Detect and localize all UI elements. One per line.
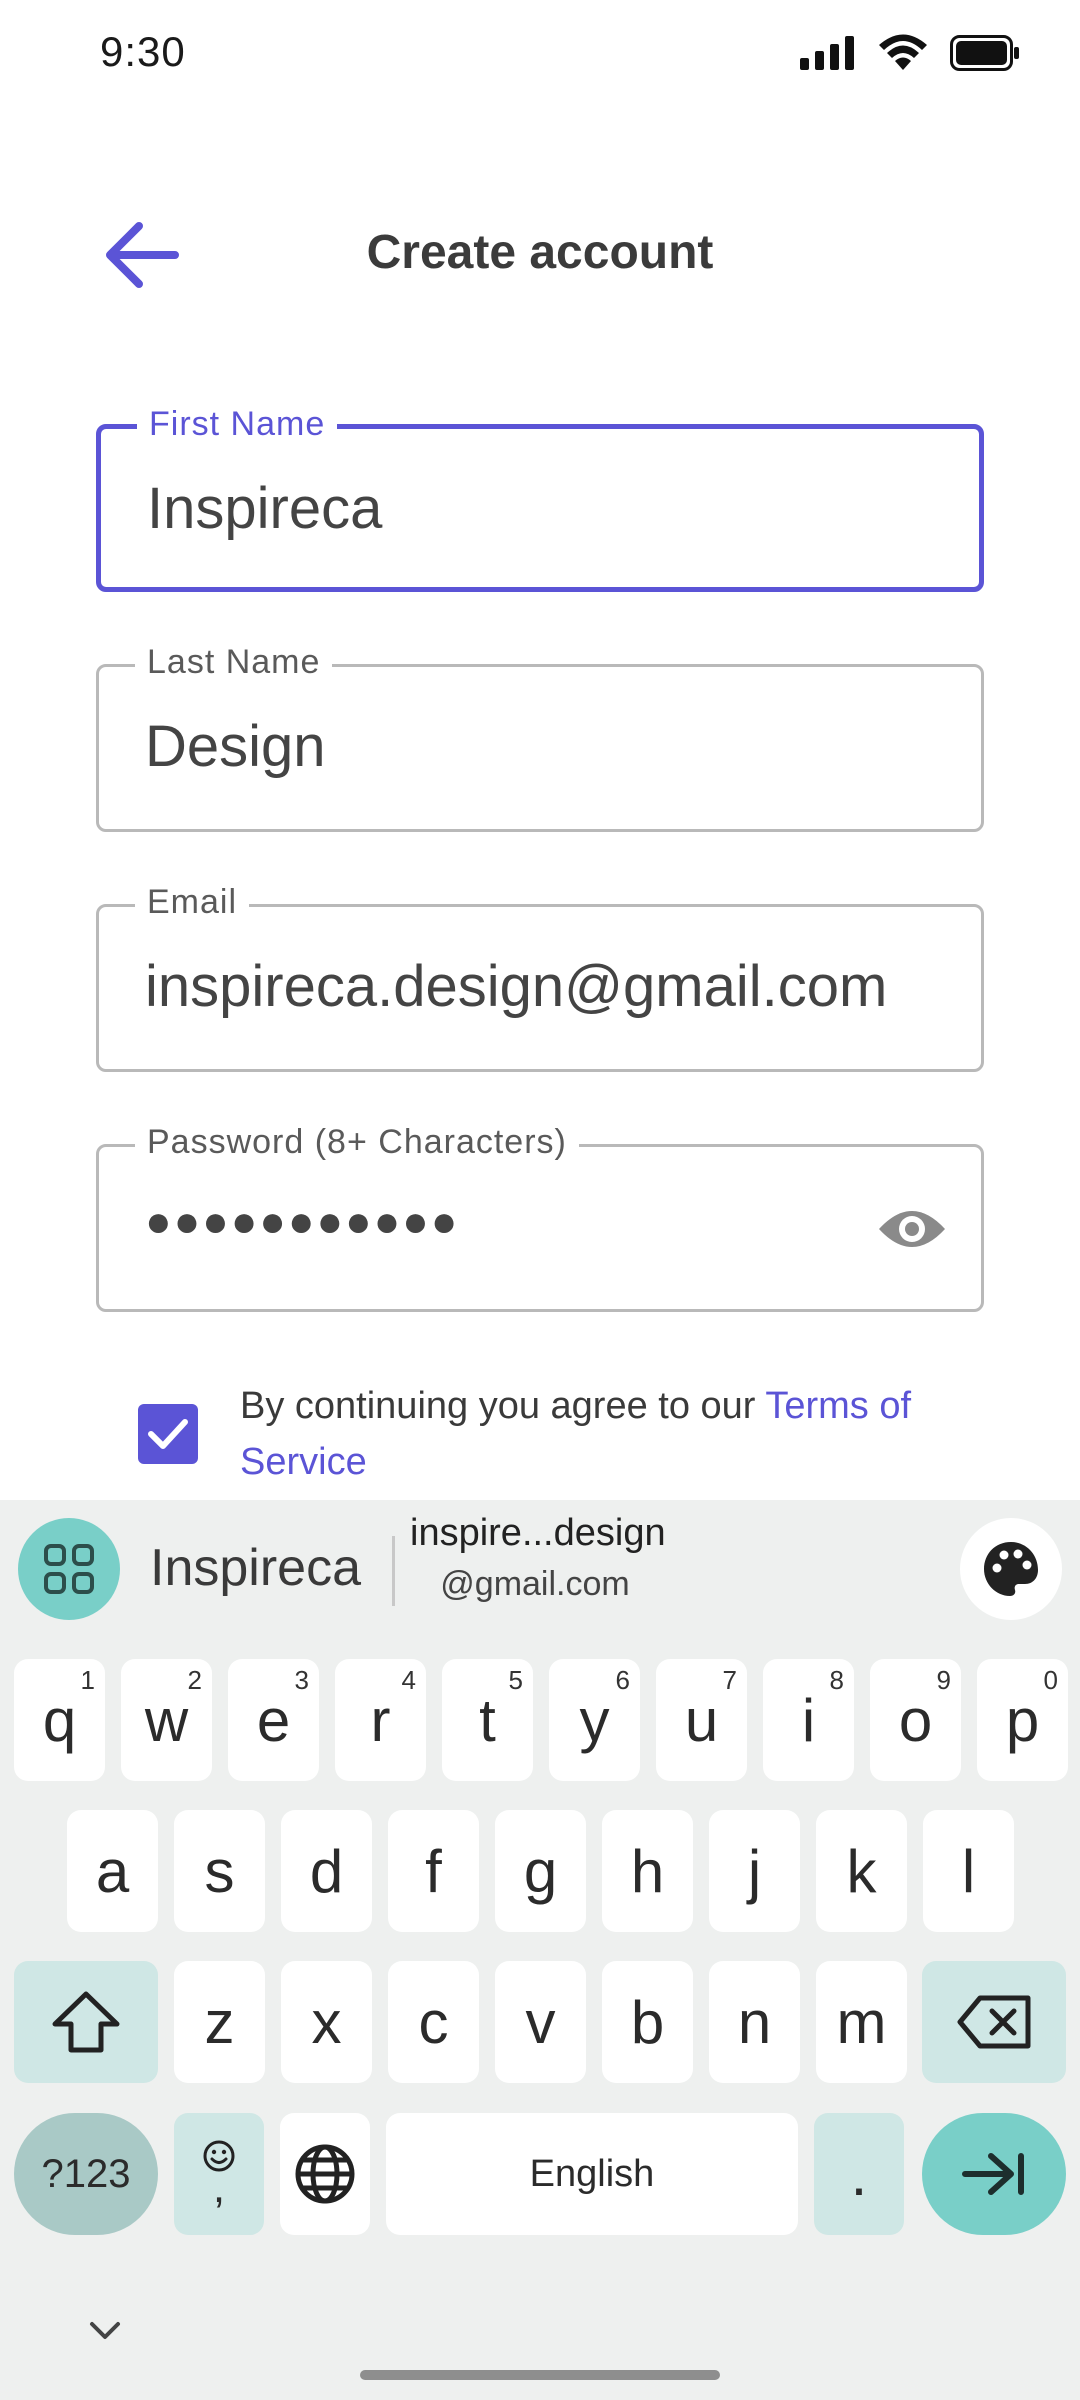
key-w[interactable]: w2 <box>121 1659 212 1781</box>
first-name-label: First Name <box>137 405 338 444</box>
terms-prefix: By continuing you agree to our <box>240 1385 766 1427</box>
key-number-hint: 8 <box>829 1665 844 1695</box>
key-x[interactable]: x <box>281 1961 372 2083</box>
key-label: w <box>144 1686 189 1754</box>
key-k[interactable]: k <box>816 1810 907 1932</box>
suggestion-email[interactable]: inspire...design @gmail.com <box>410 1512 666 1604</box>
key-z[interactable]: z <box>174 1961 265 2083</box>
comma-label: , <box>212 2163 226 2212</box>
keyboard: Inspireca inspire...design @gmail.com q1… <box>0 1500 1080 2400</box>
palette-icon <box>984 1542 1038 1596</box>
key-y[interactable]: y6 <box>549 1659 640 1781</box>
shift-icon <box>52 1991 120 2053</box>
battery-icon <box>950 35 1019 71</box>
key-h[interactable]: h <box>602 1810 693 1932</box>
last-name-value[interactable]: Design <box>145 713 951 780</box>
key-number-hint: 2 <box>187 1665 202 1695</box>
key-number-hint: 6 <box>615 1665 630 1695</box>
backspace-key[interactable] <box>922 1961 1066 2083</box>
password-field[interactable]: Password (8+ Characters) ●●●●●●●●●●● <box>96 1123 984 1312</box>
key-o[interactable]: o9 <box>870 1659 961 1781</box>
key-v[interactable]: v <box>495 1961 586 2083</box>
suggestion-first[interactable]: Inspireca <box>150 1538 361 1598</box>
globe-icon <box>295 2144 355 2204</box>
show-password-button[interactable] <box>877 1199 947 1259</box>
tab-next-icon <box>962 2153 1024 2195</box>
key-f[interactable]: f <box>388 1810 479 1932</box>
key-b[interactable]: b <box>602 1961 693 2083</box>
key-l[interactable]: l <box>923 1810 1014 1932</box>
key-label: y <box>579 1686 610 1754</box>
key-t[interactable]: t5 <box>442 1659 533 1781</box>
key-number-hint: 9 <box>936 1665 951 1695</box>
page-title: Create account <box>366 226 714 279</box>
key-label: i <box>801 1686 816 1754</box>
key-i[interactable]: i8 <box>763 1659 854 1781</box>
key-s[interactable]: s <box>174 1810 265 1932</box>
key-label: o <box>898 1686 933 1754</box>
backspace-icon <box>957 1995 1031 2049</box>
key-number-hint: 0 <box>1043 1665 1058 1695</box>
symbols-key[interactable]: ?123 <box>14 2113 158 2235</box>
eye-icon <box>879 1211 945 1247</box>
key-number-hint: 4 <box>401 1665 416 1695</box>
shift-key[interactable] <box>14 1961 158 2083</box>
email-field[interactable]: Email inspireca.design@gmail.com <box>96 883 984 1072</box>
key-label: p <box>1005 1686 1040 1754</box>
password-value[interactable]: ●●●●●●●●●●● <box>145 1197 459 1247</box>
status-time: 9:30 <box>100 28 186 75</box>
key-p[interactable]: p0 <box>977 1659 1068 1781</box>
suggestion-bar: Inspireca inspire...design @gmail.com <box>0 1500 1080 1640</box>
key-e[interactable]: e3 <box>228 1659 319 1781</box>
key-a[interactable]: a <box>67 1810 158 1932</box>
wifi-icon <box>879 34 927 70</box>
language-key[interactable] <box>280 2113 370 2235</box>
key-u[interactable]: u7 <box>656 1659 747 1781</box>
status-icons <box>800 34 1020 72</box>
key-c[interactable]: c <box>388 1961 479 2083</box>
emoji-comma-key[interactable]: , <box>174 2113 264 2235</box>
checkmark-icon <box>148 1419 188 1449</box>
suggestion-email-line1: inspire...design <box>410 1512 666 1554</box>
terms-checkbox[interactable] <box>138 1404 198 1464</box>
suggestion-divider <box>392 1536 395 1606</box>
key-number-hint: 7 <box>722 1665 737 1695</box>
key-d[interactable]: d <box>281 1810 372 1932</box>
key-label: r <box>370 1686 391 1754</box>
key-label: e <box>256 1686 291 1754</box>
suggestion-email-line2: @gmail.com <box>440 1565 630 1603</box>
email-text: inspireca.design@gmail.com <box>145 954 888 1019</box>
key-g[interactable]: g <box>495 1810 586 1932</box>
key-q[interactable]: q1 <box>14 1659 105 1781</box>
key-n[interactable]: n <box>709 1961 800 2083</box>
first-name-field[interactable]: First Name Inspireca <box>96 405 984 592</box>
last-name-label: Last Name <box>135 643 333 682</box>
key-number-hint: 1 <box>80 1665 95 1695</box>
next-key[interactable] <box>922 2113 1066 2235</box>
email-value[interactable]: inspireca.design@gmail.com <box>145 953 951 1020</box>
chevron-down-icon <box>90 2322 120 2339</box>
key-r[interactable]: r4 <box>335 1659 426 1781</box>
email-label: Email <box>135 883 250 922</box>
keyboard-theme-button[interactable] <box>960 1518 1062 1620</box>
period-key[interactable]: . <box>814 2113 904 2235</box>
grid-icon <box>44 1544 94 1594</box>
keyboard-apps-button[interactable] <box>18 1518 120 1620</box>
last-name-field[interactable]: Last Name Design <box>96 643 984 832</box>
home-indicator[interactable] <box>360 2370 720 2380</box>
create-account-screen: 9:30 Create account First Name Inspireca <box>0 0 1080 2400</box>
key-m[interactable]: m <box>816 1961 907 2083</box>
key-label: t <box>479 1686 496 1754</box>
key-number-hint: 5 <box>508 1665 523 1695</box>
key-j[interactable]: j <box>709 1810 800 1932</box>
key-label: q <box>42 1686 77 1754</box>
terms-text: By continuing you agree to our Terms of … <box>240 1378 960 1490</box>
space-key[interactable]: English <box>386 2113 798 2235</box>
signal-icon <box>800 36 854 70</box>
password-label: Password (8+ Characters) <box>135 1123 579 1162</box>
first-name-value[interactable]: Inspireca <box>147 475 949 542</box>
key-number-hint: 3 <box>294 1665 309 1695</box>
hide-keyboard-button[interactable] <box>80 2310 130 2350</box>
key-label: u <box>684 1686 719 1754</box>
